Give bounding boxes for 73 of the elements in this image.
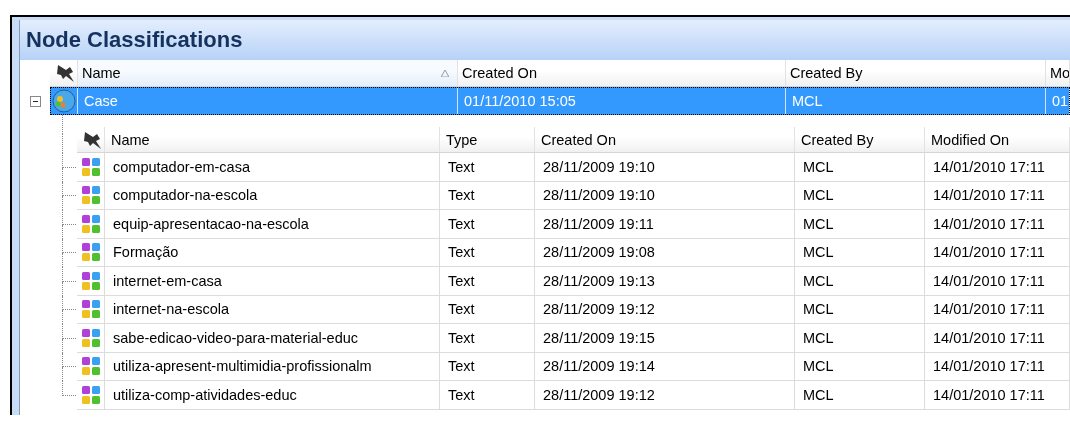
tiles-icon [80,384,101,405]
pushpin-icon [54,63,77,83]
cell-text: MCL [792,93,823,109]
cell-text: internet-em-casa [113,272,222,289]
cell-text: 14/01/2010 17:11 [933,358,1045,375]
cell-text: 14/01/2010 17:11 [933,158,1045,175]
cell-text: 28/11/2009 19:10 [543,158,655,175]
globe-icon [51,89,76,113]
column-header[interactable]: Mo [1046,60,1070,86]
window-title: Node Classifications [26,27,243,53]
cell-text: Text [448,158,475,175]
cell-text: utiliza-apresent-multimidia-profissionalm [113,358,372,375]
cell-text: Text [448,386,475,403]
cell-text: 14/01/2010 17:11 [933,329,1045,346]
cell-text: 28/11/2009 19:08 [543,244,655,261]
cell-text: equip-apresentacao-na-escola [113,215,309,232]
tiles-icon [80,356,101,377]
column-header[interactable]: Created On [458,60,786,86]
cell-text: 28/11/2009 19:13 [543,272,655,289]
cell-text: 28/11/2009 19:10 [543,187,655,204]
cell-text: 28/11/2009 19:15 [543,329,655,346]
column-header[interactable]: Created By [786,60,1046,86]
cell-text: MCL [803,301,834,318]
column-header[interactable]: Created By [795,127,925,153]
cell-text: Text [448,358,475,375]
sort-arrow-icon [441,69,449,77]
column-header[interactable]: Name [105,127,440,153]
cell-text: Text [448,301,475,318]
cell-text: 01/11/2010 15:05 [464,93,576,109]
cell-text: 14/01/2010 17:11 [933,187,1045,204]
tiles-icon [80,185,101,206]
column-header[interactable]: Type [440,127,535,153]
cell-text: 01 [1052,93,1069,109]
cell-text: sabe-edicao-video-para-material-educ [113,329,358,346]
cell-text: MCL [803,329,834,346]
cell-text: 14/01/2010 17:11 [933,301,1045,318]
cell-text: 28/11/2009 19:14 [543,358,655,375]
cell-text: MCL [803,215,834,232]
cell-text: 14/01/2010 17:11 [933,244,1045,261]
cell-text: Formação [113,244,179,261]
cell-text: MCL [803,187,834,204]
cell-text: MCL [803,358,834,375]
cell-text: utiliza-comp-atividades-educ [113,386,297,403]
cell-text: 14/01/2010 17:11 [933,215,1045,232]
cell-text: MCL [803,244,834,261]
tiles-icon [80,270,101,291]
column-header[interactable]: Created On [535,127,795,153]
cell-text: 28/11/2009 19:12 [543,301,655,318]
tiles-icon [80,299,101,320]
cell-text: 28/11/2009 19:11 [543,215,654,232]
cell-text: MCL [803,386,834,403]
cell-text: MCL [803,272,834,289]
cell-text: Text [448,187,475,204]
pushpin-icon [81,129,104,150]
cell-text: Case [84,93,118,109]
collapse-toggle[interactable] [29,95,41,107]
cell-text: computador-em-casa [113,158,250,175]
cell-text: 28/11/2009 19:12 [543,386,655,403]
cell-text: Text [448,215,475,232]
cell-text: Text [448,329,475,346]
cell-text: 14/01/2010 17:11 [933,386,1045,403]
cell-text: 14/01/2010 17:11 [933,272,1045,289]
tiles-icon [80,242,101,263]
cell-text: Text [448,244,475,261]
tiles-icon [80,213,101,234]
cell-text: internet-na-escola [113,301,230,318]
tiles-icon [80,327,101,348]
cell-text: computador-na-escola [113,187,258,204]
cell-text: MCL [803,158,834,175]
cell-text: Text [448,272,475,289]
column-header[interactable]: Modified On [925,127,1070,153]
column-header[interactable]: Name [78,60,458,86]
tiles-icon [80,156,101,177]
